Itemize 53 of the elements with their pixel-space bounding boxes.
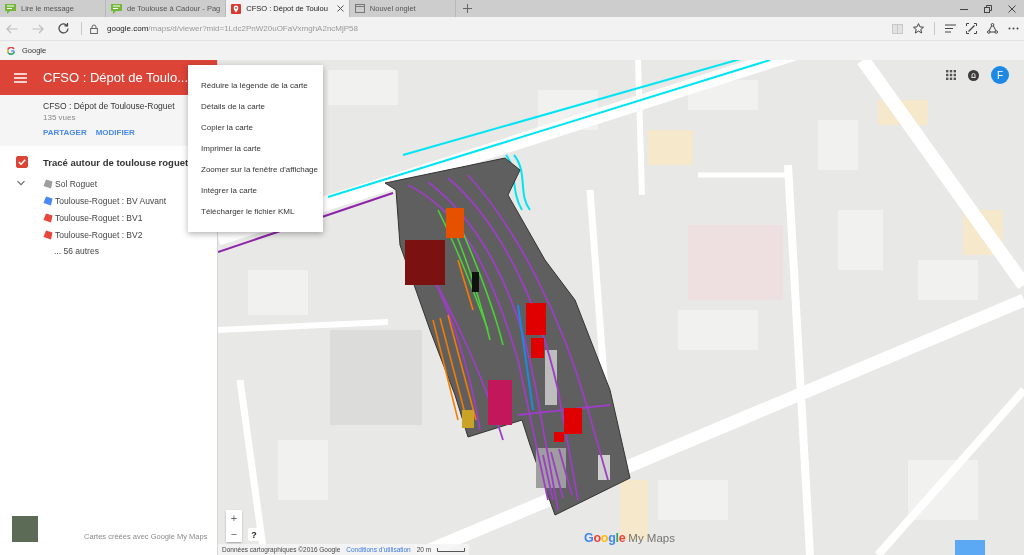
map-title: CFSO : Dépot de Toulo...: [43, 70, 188, 85]
menu-item[interactable]: Imprimer la carte: [188, 138, 323, 159]
plus-icon[interactable]: [462, 4, 472, 13]
menu-icon[interactable]: [14, 72, 27, 83]
page-icon: [354, 4, 365, 13]
lock-icon: [90, 23, 98, 34]
building-footprint: [488, 380, 512, 425]
building-footprint: [526, 303, 546, 335]
feature-item[interactable]: Toulouse-Roguet : BV1: [55, 212, 143, 223]
feature-item[interactable]: Toulouse-Roguet : BV Auvant: [55, 195, 167, 206]
chevron-down-icon[interactable]: [17, 179, 25, 187]
address-field[interactable]: google.com/maps/d/viewer?mid=1Ldc2PnW20uOFaVxmghA2ncMjP58: [107, 22, 358, 35]
more-icon[interactable]: [1008, 27, 1019, 30]
close-icon[interactable]: [336, 5, 344, 12]
dark-circle-icon[interactable]: [968, 69, 979, 81]
menu-item[interactable]: Réduire la légende de la carte: [188, 75, 323, 96]
building-footprint: [446, 208, 464, 238]
refresh-icon[interactable]: [58, 23, 69, 34]
apps-grid-icon[interactable]: [946, 70, 956, 80]
zoom-in-button[interactable]: +: [226, 510, 242, 526]
view-count: 135 vues: [43, 112, 76, 123]
layer-checkbox[interactable]: [16, 156, 28, 168]
more-features-link[interactable]: ... 56 autres: [54, 243, 99, 260]
maximize-icon[interactable]: [984, 4, 992, 13]
scale-bar-icon: [437, 547, 466, 552]
building-footprint: [462, 410, 474, 428]
building-footprint: [405, 240, 445, 285]
pool: [955, 540, 985, 555]
building-block: [648, 130, 693, 165]
menu-item[interactable]: Détails de la carte: [188, 96, 323, 117]
menu-item[interactable]: Télécharger le fichier KML: [188, 201, 323, 222]
close-icon[interactable]: [1008, 4, 1016, 13]
menu-item[interactable]: Copier la carte: [188, 117, 323, 138]
google-wordmark: Google: [584, 531, 626, 545]
map-name: CFSO : Dépot de Toulouse-Roguet: [43, 101, 175, 112]
menu-item[interactable]: Intégrer la carte: [188, 180, 323, 201]
feature-item[interactable]: Toulouse-Roguet : BV2: [55, 229, 143, 240]
share-icon[interactable]: [987, 23, 998, 34]
g-logo-icon: [7, 46, 15, 55]
menu-item[interactable]: Zoomer sur la fenêtre d'affichage: [188, 159, 323, 180]
check-icon: [18, 159, 26, 165]
star-icon[interactable]: [913, 23, 924, 34]
speech-bubble-icon: [5, 3, 16, 14]
feature-item[interactable]: Sol Roguet: [55, 178, 98, 189]
map-pin-icon: [231, 3, 242, 14]
layer-title: Tracé autour de toulouse roguet: [43, 156, 189, 168]
pen-square-icon[interactable]: [966, 23, 977, 34]
lines-icon[interactable]: [945, 24, 956, 33]
zoom-out-button[interactable]: −: [226, 526, 242, 542]
speech-bubble-icon: [111, 3, 122, 14]
help-button[interactable]: ?: [248, 528, 260, 541]
building-footprint: [472, 272, 479, 292]
product-name: My Maps: [628, 532, 675, 544]
